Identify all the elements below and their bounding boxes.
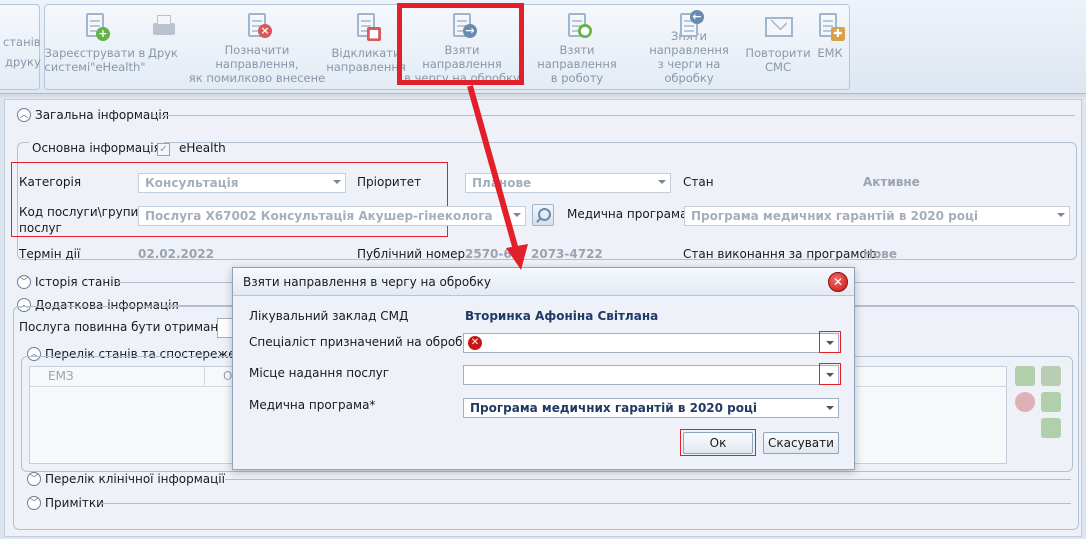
dialog-title: Взяти направлення в чергу на обробку bbox=[243, 275, 491, 289]
dialog-program-label: Медична програма* bbox=[249, 398, 376, 412]
remove-from-queue-button[interactable]: ← Зняти направлення з черги на обробку bbox=[633, 5, 745, 85]
take-to-work-icon: ● bbox=[562, 11, 592, 38]
divider bbox=[101, 503, 1071, 504]
priority-label: Пріоритет bbox=[357, 175, 422, 189]
term-label: Термін дії bbox=[19, 247, 81, 261]
emk-button[interactable]: ✚ ЕМК bbox=[811, 5, 849, 85]
ribbon-partial-label-2: друку bbox=[5, 55, 41, 69]
take-to-queue-dialog: Взяти направлення в чергу на обробку ✕ Л… bbox=[232, 267, 855, 470]
public-number-label: Публічний номер bbox=[357, 247, 466, 261]
link-icon[interactable] bbox=[1041, 392, 1061, 412]
specialist-select[interactable]: ✕ bbox=[463, 333, 839, 353]
ehealth-checkbox[interactable]: ✓ bbox=[157, 143, 170, 156]
section-general-title: Загальна інформація bbox=[35, 108, 169, 122]
close-icon: ✕ bbox=[832, 275, 844, 289]
register-ehealth-icon: + bbox=[80, 11, 110, 41]
category-select[interactable]: Консультація bbox=[138, 173, 346, 193]
state-value: Активне bbox=[863, 175, 920, 189]
must-receive-label: Послуга повинна бути отримана з bbox=[19, 320, 236, 334]
term-value: 02.02.2022 bbox=[138, 247, 214, 261]
add-row-icon[interactable] bbox=[1015, 366, 1035, 386]
ribbon-toolbar: станів друку + Зареєструвати в системі"e… bbox=[0, 0, 1086, 94]
ok-button-highlight bbox=[680, 429, 756, 456]
specialist-dropdown-highlight bbox=[819, 331, 841, 353]
category-label: Категорія bbox=[19, 175, 82, 189]
grid-tools bbox=[1015, 366, 1065, 446]
divider bbox=[225, 479, 1071, 480]
facility-value: Вторинка Афоніна Світлана bbox=[465, 309, 659, 323]
service-search-button[interactable] bbox=[532, 204, 554, 226]
chevron-down-icon bbox=[333, 180, 341, 184]
service-label: Код послуги\групи послуг bbox=[19, 205, 139, 235]
chevron-down-icon bbox=[658, 180, 666, 184]
program-state-label: Стан виконання за програмою bbox=[683, 247, 877, 261]
place-label: Місце надання послуг bbox=[249, 366, 390, 380]
sms-icon bbox=[763, 11, 793, 41]
service-select[interactable]: Послуга X67002 Консультація Акушер-гінек… bbox=[138, 206, 526, 226]
place-select[interactable] bbox=[463, 365, 839, 385]
grid-col-emz[interactable]: ЕМЗ bbox=[30, 367, 205, 386]
program-state-value: Нове bbox=[863, 247, 898, 261]
priority-select[interactable]: Планове bbox=[465, 173, 671, 193]
comment-icon[interactable] bbox=[1041, 418, 1061, 438]
tools-icon[interactable] bbox=[1041, 366, 1061, 386]
section-history-header[interactable]: ﹀ Історія станів bbox=[17, 275, 121, 289]
chevron-expand-icon[interactable]: ﹀ bbox=[17, 275, 31, 289]
chevron-down-icon bbox=[826, 406, 834, 410]
divider bbox=[155, 115, 1075, 116]
chevron-down-icon bbox=[513, 213, 521, 217]
revoke-button[interactable]: ■ Відкликати направлення bbox=[326, 5, 406, 85]
section-clinical-header[interactable]: ﹀ Перелік клінічної інформації bbox=[27, 472, 225, 486]
mark-error-icon: × bbox=[242, 11, 272, 38]
print-button[interactable]: Друк bbox=[143, 5, 183, 85]
chevron-expand-icon[interactable]: ﹀ bbox=[27, 496, 41, 510]
program-label: Медична програма bbox=[567, 207, 688, 221]
revoke-icon: ■ bbox=[351, 11, 381, 41]
program-select[interactable]: Програма медичних гарантій в 2020 році bbox=[684, 206, 1070, 226]
repeat-sms-button[interactable]: Повторити СМС bbox=[745, 5, 811, 85]
ehealth-label: eHealth bbox=[179, 141, 226, 155]
printer-icon bbox=[148, 11, 178, 41]
basic-info-title: Основна інформація bbox=[29, 141, 164, 155]
specialist-label: Спеціаліст призначений на обробку* bbox=[249, 335, 483, 349]
place-dropdown-highlight bbox=[819, 363, 841, 385]
chevron-down-icon bbox=[1057, 213, 1065, 217]
chevron-expand-icon[interactable]: ﹀ bbox=[27, 472, 41, 486]
dialog-close-button[interactable]: ✕ bbox=[828, 272, 848, 292]
error-icon: ✕ bbox=[468, 336, 482, 350]
take-to-work-button[interactable]: ● Взяти направлення в роботу bbox=[521, 5, 633, 85]
section-general-header[interactable]: ︿ Загальна інформація bbox=[17, 108, 169, 122]
cancel-button[interactable]: Скасувати bbox=[763, 432, 839, 454]
state-label: Стан bbox=[683, 175, 714, 189]
delete-row-icon[interactable] bbox=[1015, 392, 1035, 412]
dialog-titlebar: Взяти направлення в чергу на обробку bbox=[233, 268, 854, 296]
section-clinical-title: Перелік клінічної інформації bbox=[45, 472, 225, 486]
section-notes-header[interactable]: ﹀ Примітки bbox=[27, 496, 104, 510]
public-number-value-2: 2073-4722 bbox=[531, 247, 603, 261]
facility-label: Лікувальний заклад СМД bbox=[249, 309, 409, 323]
public-number-value: 2570-61 bbox=[465, 247, 521, 261]
ribbon-group-left: станів друку bbox=[0, 4, 41, 90]
emk-icon: ✚ bbox=[815, 11, 845, 41]
register-ehealth-button[interactable]: + Зареєструвати в системі"eHealth" bbox=[44, 5, 146, 85]
chevron-collapse-icon[interactable]: ︿ bbox=[17, 108, 31, 122]
section-history-title: Історія станів bbox=[35, 275, 121, 289]
ribbon-partial-label-1: станів bbox=[3, 35, 41, 49]
dialog-program-select[interactable]: Програма медичних гарантій в 2020 році bbox=[463, 398, 839, 418]
section-notes-title: Примітки bbox=[45, 496, 104, 510]
mark-error-button[interactable]: × Позначити направлення, як помилково вн… bbox=[183, 5, 331, 85]
toolbar-highlight-box bbox=[397, 3, 524, 85]
remove-from-queue-icon: ← bbox=[674, 10, 704, 37]
